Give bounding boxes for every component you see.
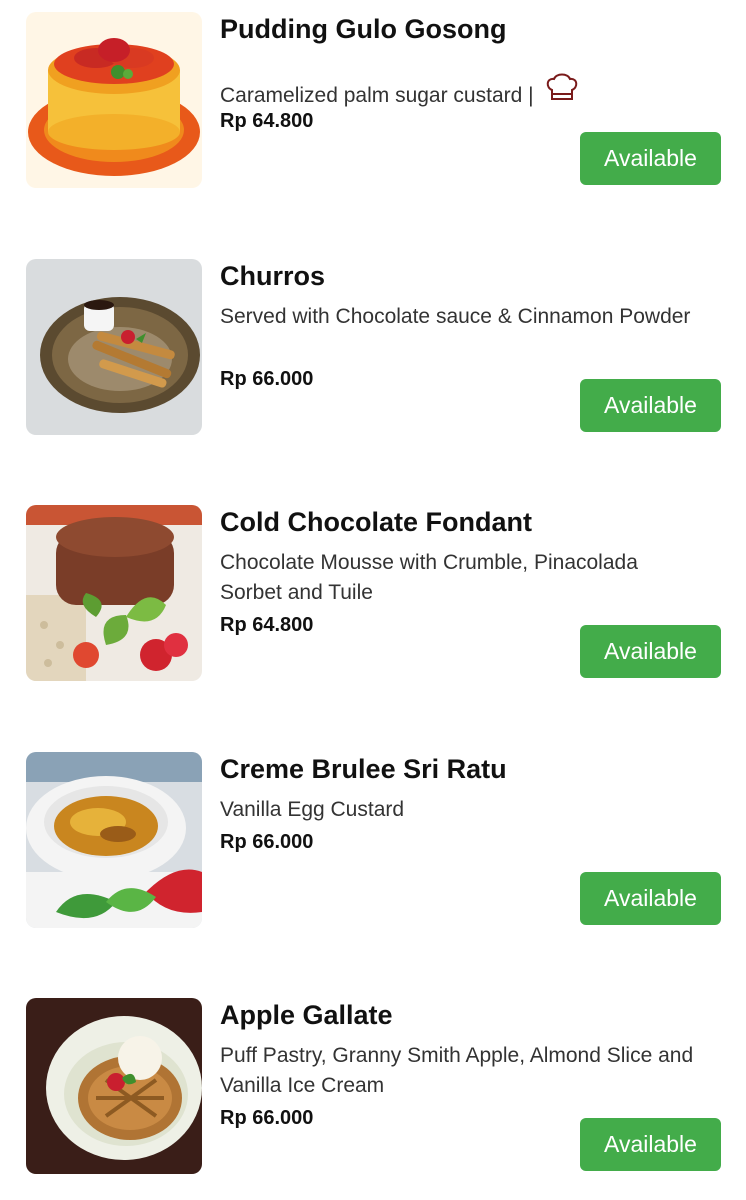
available-button[interactable]: Available [580,379,721,432]
menu-item-pudding-gulo-gosong[interactable]: Pudding Gulo Gosong Caramelized palm sug… [0,0,746,200]
dish-price: Rp 64.800 [220,614,314,636]
menu-item-churros[interactable]: Churros Served with Chocolate sauce & Ci… [0,247,746,447]
dish-description: Vanilla Egg Custard [220,798,405,821]
dish-description: Puff Pastry, Granny Smith Apple, Almond … [220,1044,694,1097]
dish-description-text: Caramelized palm sugar custard | [220,84,534,107]
dish-name: Pudding Gulo Gosong [220,14,507,44]
dish-photo [26,259,202,435]
menu-item-creme-brulee-sri-ratu[interactable]: Creme Brulee Sri Ratu Vanilla Egg Custar… [0,740,746,940]
dish-description: Chocolate Mousse with Crumble, Pinacolad… [220,551,638,604]
available-button[interactable]: Available [580,625,721,678]
dish-name: Apple Gallate [220,1000,393,1030]
menu-item-apple-gallate[interactable]: Apple Gallate Puff Pastry, Granny Smith … [0,986,746,1186]
dish-price: Rp 66.000 [220,368,314,390]
dish-price: Rp 66.000 [220,1107,314,1129]
dish-photo [26,998,202,1174]
available-button[interactable]: Available [580,1118,721,1171]
dish-name: Churros [220,261,326,291]
dish-photo [26,752,202,928]
chef-hat-icon [544,72,580,106]
dish-photo [26,505,202,681]
dish-name: Cold Chocolate Fondant [220,507,532,537]
dish-name: Creme Brulee Sri Ratu [220,754,507,784]
available-button[interactable]: Available [580,872,721,925]
dish-price: Rp 66.000 [220,831,314,853]
available-button[interactable]: Available [580,132,721,185]
menu-item-cold-chocolate-fondant[interactable]: Cold Chocolate Fondant Chocolate Mousse … [0,493,746,693]
dish-price: Rp 64.800 [220,110,314,132]
dish-description: Served with Chocolate sauce & Cinnamon P… [220,305,691,328]
dish-description: Caramelized palm sugar custard | [220,72,700,111]
dish-photo [26,12,202,188]
